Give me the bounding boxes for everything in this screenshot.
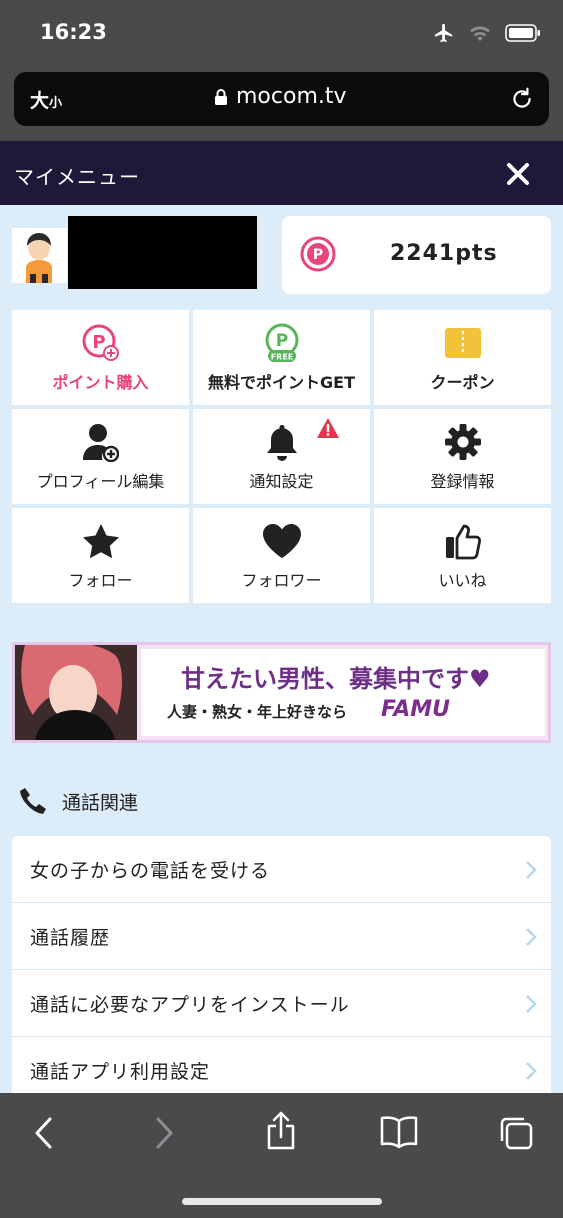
points-icon: P — [300, 236, 336, 272]
grid-item-notification-settings[interactable]: 通知設定 — [193, 409, 370, 504]
text-size-button[interactable]: 大小 — [30, 86, 62, 113]
reload-icon[interactable] — [509, 86, 535, 112]
banner-headline: 甘えたい男性、募集中です♥ — [181, 665, 491, 693]
star-icon — [82, 523, 119, 558]
svg-text:FREE: FREE — [270, 352, 293, 361]
address-bar[interactable]: 大小 mocom.tv — [14, 72, 549, 126]
text-size-small: 小 — [49, 96, 63, 111]
points-plus-icon: P — [82, 324, 119, 361]
grid-item-follow[interactable]: フォロー — [12, 508, 189, 603]
svg-text:P: P — [92, 332, 105, 353]
heart-icon — [262, 523, 301, 558]
grid-item-label: プロフィール編集 — [36, 471, 165, 491]
points-card: P 2241pts — [282, 216, 551, 294]
bookmarks-icon[interactable] — [380, 1115, 418, 1149]
list-item-label: 通話アプリ利用設定 — [30, 1060, 211, 1083]
grid-item-label: フォロー — [68, 570, 133, 590]
wifi-icon — [470, 26, 490, 42]
browser-top-bar: 16:23 大小 mocom.tv — [0, 0, 563, 141]
chevron-right-icon — [526, 861, 537, 879]
grid-item-label: いいね — [438, 570, 487, 590]
coupon-icon — [444, 327, 481, 358]
avatar[interactable] — [12, 228, 67, 283]
text-size-large: 大 — [30, 90, 50, 112]
lock-icon — [215, 88, 227, 105]
svg-text:P: P — [275, 331, 287, 351]
list-item-label: 女の子からの電話を受ける — [30, 859, 271, 882]
promo-banner[interactable]: 甘えたい男性、募集中です♥ 人妻・熟女・年上好きなら FAMU — [12, 642, 551, 743]
grid-item-likes[interactable]: いいね — [374, 508, 551, 603]
page-title: マイメニュー — [14, 165, 140, 189]
url-display[interactable]: mocom.tv — [214, 84, 347, 109]
forward-icon[interactable] — [152, 1115, 176, 1151]
chevron-right-icon — [526, 995, 537, 1013]
grid-item-coupon[interactable]: クーポン — [374, 310, 551, 405]
banner-subtext: 人妻・熟女・年上好きなら — [167, 703, 348, 721]
redacted-username — [68, 216, 257, 289]
grid-item-label: クーポン — [430, 372, 495, 392]
grid-item-free-points[interactable]: P FREE 無料でポイントGET — [193, 310, 370, 405]
alert-icon — [317, 418, 339, 438]
banner-brand-logo: FAMU — [381, 697, 450, 722]
battery-icon — [505, 24, 540, 42]
phone-icon — [20, 788, 46, 814]
svg-text:P: P — [313, 247, 323, 263]
section-heading: 通話関連 — [18, 786, 138, 816]
chevron-right-icon — [526, 1062, 537, 1080]
grid-item-profile-edit[interactable]: プロフィール編集 — [12, 409, 189, 504]
grid-item-buy-points[interactable]: P ポイント購入 — [12, 310, 189, 405]
user-add-icon — [82, 423, 119, 462]
thumbs-up-icon — [445, 524, 481, 559]
url-text: mocom.tv — [236, 84, 347, 109]
status-time: 16:23 — [40, 20, 107, 44]
banner-photo — [15, 645, 137, 740]
airplane-icon — [434, 23, 453, 43]
grid-item-label: ポイント購入 — [52, 372, 149, 392]
gear-icon — [444, 423, 481, 460]
tabs-icon[interactable] — [498, 1115, 534, 1151]
list-item-call-history[interactable]: 通話履歴 — [12, 903, 551, 970]
grid-item-label: 登録情報 — [430, 471, 495, 491]
call-menu-list: 女の子からの電話を受ける 通話履歴 通話に必要なアプリをインストール 通話アプリ… — [12, 836, 551, 1104]
grid-item-label: 通知設定 — [249, 471, 314, 491]
banner-text-area: 甘えたい男性、募集中です♥ 人妻・熟女・年上好きなら FAMU — [141, 649, 545, 736]
home-indicator[interactable] — [182, 1198, 382, 1205]
list-item-label: 通話履歴 — [30, 926, 111, 949]
grid-item-label: 無料でポイントGET — [208, 372, 355, 392]
grid-item-label: フォロワー — [241, 570, 322, 590]
points-value: 2241pts — [390, 241, 498, 266]
section-title: 通話関連 — [62, 791, 139, 814]
close-icon[interactable] — [505, 161, 531, 187]
status-icons — [433, 22, 541, 44]
chevron-right-icon — [526, 928, 537, 946]
list-item-install-app[interactable]: 通話に必要なアプリをインストール — [12, 970, 551, 1037]
menu-header: マイメニュー — [0, 141, 563, 205]
points-free-icon: PFREE — [265, 323, 298, 362]
list-item-label: 通話に必要なアプリをインストール — [30, 993, 350, 1016]
grid-item-followers[interactable]: フォロワー — [193, 508, 370, 603]
grid-item-registration-info[interactable]: 登録情報 — [374, 409, 551, 504]
bell-icon — [266, 424, 297, 461]
menu-grid: P ポイント購入 P FREE 無料でポイントGET クーポン プロフィール編集 … — [12, 310, 551, 603]
back-icon[interactable] — [32, 1115, 56, 1151]
avatar-illustration — [12, 228, 67, 283]
list-item-receive-calls[interactable]: 女の子からの電話を受ける — [12, 836, 551, 903]
share-icon[interactable] — [266, 1111, 296, 1151]
